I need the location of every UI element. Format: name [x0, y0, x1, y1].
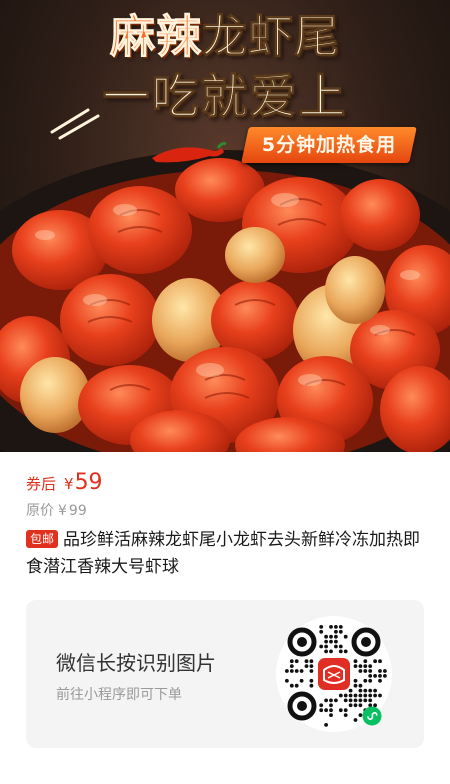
hero-badge-text: 5分钟加热食用	[261, 134, 397, 156]
hero-subtitle: 一吃就爱上	[102, 70, 348, 125]
crawfish-food-illustration	[0, 150, 450, 452]
wechat-miniprogram-icon	[362, 706, 382, 726]
price-row: 券后 ¥ 59	[26, 470, 103, 495]
price-currency: ¥	[64, 475, 74, 493]
coupon-price-value: 59	[74, 470, 103, 495]
product-image[interactable]: 麻辣龙虾尾 一吃就爱上 5分钟加热食用	[0, 0, 450, 452]
pinduoduo-logo-icon	[318, 658, 350, 690]
hero-title-hot: 麻辣	[109, 10, 202, 63]
free-shipping-badge: 包邮	[26, 530, 59, 548]
qr-card: 微信长按识别图片 前往小程序即可下单	[26, 600, 424, 748]
product-title: 品珍鲜活麻辣龙虾尾小龙虾去头新鲜冷冻加热即食潜江香辣大号虾球	[26, 530, 421, 577]
original-price-value: 99	[68, 503, 87, 519]
product-title-block[interactable]: 包邮 品珍鲜活麻辣龙虾尾小龙虾去头新鲜冷冻加热即食潜江香辣大号虾球	[26, 527, 426, 581]
mini-program-qr-code[interactable]	[274, 614, 394, 734]
chili-pepper-icon	[152, 142, 227, 163]
qr-instruction-subtitle: 前往小程序即可下单	[56, 687, 182, 703]
original-price-row: 原价 ¥99	[26, 500, 87, 520]
original-price-label: 原价	[26, 503, 54, 519]
qr-instruction-title: 微信长按识别图片	[56, 651, 216, 675]
coupon-price-label: 券后	[26, 475, 57, 493]
original-price-currency: ¥	[58, 503, 67, 519]
hero-title-name: 龙虾尾	[201, 10, 341, 63]
hero-title: 麻辣龙虾尾	[0, 14, 450, 60]
